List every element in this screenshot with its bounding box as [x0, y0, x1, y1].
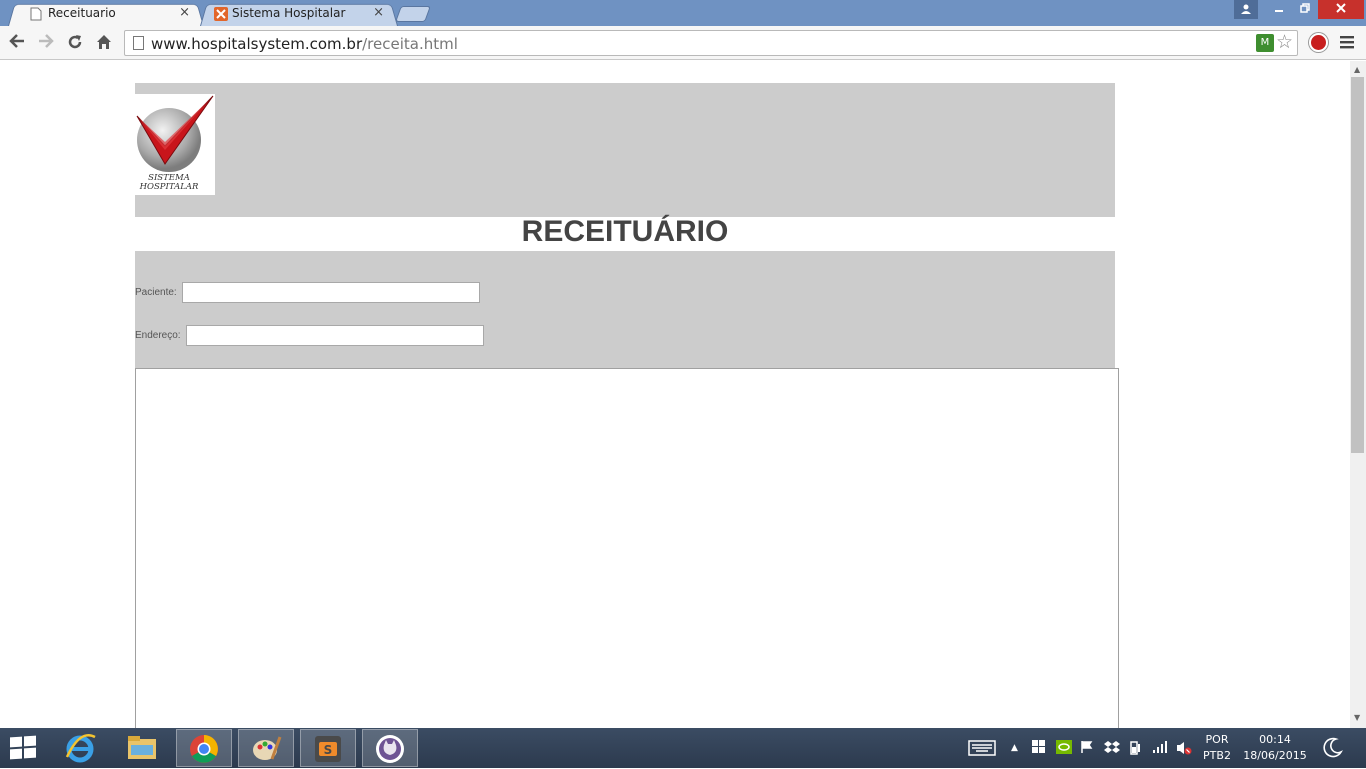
bookmark-star-icon[interactable]: ☆: [1276, 31, 1293, 53]
minimize-button[interactable]: [1266, 0, 1292, 19]
address-bar[interactable]: www.hospitalsystem.com.br/receita.html M…: [124, 30, 1298, 56]
tab-receituario[interactable]: Receituario ×: [8, 2, 204, 27]
sublime-text-icon[interactable]: S: [300, 729, 356, 767]
forward-arrow-icon[interactable]: [35, 33, 57, 53]
svg-text:S: S: [324, 743, 333, 757]
extension-shield-icon[interactable]: M: [1256, 34, 1274, 52]
page-viewport: SISTEMA HOSPITALAR RECEITUÁRIO Paciente:…: [0, 61, 1350, 728]
new-tab-button[interactable]: [395, 6, 431, 22]
windows-start-icon[interactable]: [10, 735, 38, 761]
endereco-label: Endereço:: [135, 330, 181, 341]
windows-taskbar: S ▲ POR PTB2 00:14 18/06/2015: [0, 728, 1366, 768]
page-scrollbar[interactable]: ▲ ▼: [1350, 61, 1366, 728]
paint-icon[interactable]: [238, 729, 294, 767]
back-arrow-icon[interactable]: [6, 33, 28, 53]
signal-strength-icon[interactable]: [1152, 740, 1168, 758]
tab-sistema-hospitalar[interactable]: Sistema Hospitalar ×: [200, 2, 398, 27]
input-language[interactable]: POR PTB2: [1200, 732, 1234, 764]
sistema-hospitalar-logo: SISTEMA HOSPITALAR: [135, 94, 215, 195]
close-icon[interactable]: ×: [373, 5, 384, 20]
show-hidden-icons-icon[interactable]: ▲: [1011, 743, 1018, 753]
keyboard-icon[interactable]: [968, 740, 996, 760]
tab-label: Receituario: [48, 6, 116, 20]
restore-button[interactable]: [1292, 0, 1318, 19]
tab-label: Sistema Hospitalar: [232, 6, 346, 20]
menu-icon[interactable]: [1340, 33, 1354, 54]
user-icon[interactable]: [1234, 0, 1258, 19]
chrome-icon[interactable]: [176, 729, 232, 767]
file-explorer-icon[interactable]: [114, 729, 170, 767]
close-window-button[interactable]: [1318, 0, 1364, 19]
adblock-icon[interactable]: [1309, 33, 1328, 52]
scroll-thumb[interactable]: [1351, 77, 1364, 453]
internet-explorer-icon[interactable]: [52, 729, 108, 767]
checkmark-logo-icon: [136, 95, 214, 172]
logo-caption: SISTEMA HOSPITALAR: [139, 173, 199, 192]
nvidia-icon[interactable]: [1056, 740, 1072, 758]
xampp-icon: [214, 7, 228, 21]
paciente-label: Paciente:: [135, 287, 177, 298]
dropbox-icon[interactable]: [1104, 740, 1120, 758]
power-battery-icon[interactable]: [1128, 740, 1144, 760]
page-icon: [30, 7, 42, 21]
scroll-down-arrow-icon[interactable]: ▼: [1354, 713, 1360, 722]
page-header: SISTEMA HOSPITALAR: [135, 83, 1115, 217]
volume-muted-icon[interactable]: [1176, 740, 1192, 760]
windows-flag-tray-icon[interactable]: [1032, 740, 1046, 758]
clock[interactable]: 00:14 18/06/2015: [1240, 732, 1310, 764]
page-icon: [133, 36, 144, 50]
quiet-hours-moon-icon[interactable]: [1322, 736, 1344, 762]
home-icon[interactable]: [93, 33, 115, 53]
action-center-flag-icon[interactable]: [1080, 740, 1094, 758]
page-title: RECEITUÁRIO: [521, 215, 729, 248]
close-icon[interactable]: ×: [179, 5, 190, 20]
browser-titlebar: Receituario × Sistema Hospitalar ×: [0, 0, 1366, 27]
browser-toolbar: www.hospitalsystem.com.br/receita.html M…: [0, 26, 1366, 60]
reload-icon[interactable]: [64, 33, 86, 53]
url-text: www.hospitalsystem.com.br/receita.html: [151, 35, 458, 53]
endereco-input[interactable]: [186, 325, 484, 346]
scroll-up-arrow-icon[interactable]: ▲: [1354, 65, 1360, 74]
paciente-input[interactable]: [182, 282, 480, 303]
github-icon[interactable]: [362, 729, 418, 767]
patient-form: Paciente: Endereço:: [135, 251, 1115, 369]
prescription-textarea[interactable]: [135, 368, 1119, 728]
